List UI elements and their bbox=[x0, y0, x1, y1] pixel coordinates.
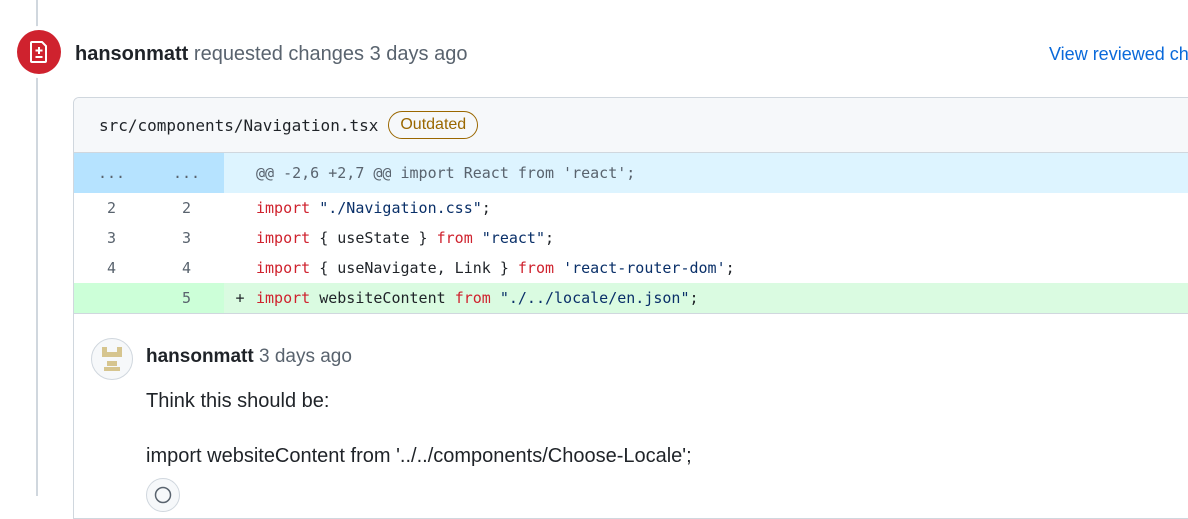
new-line-number[interactable]: 3 bbox=[149, 223, 224, 253]
code-text: { useState } bbox=[310, 229, 437, 247]
old-line-number[interactable] bbox=[74, 283, 149, 313]
code-line: import websiteContent from "./../locale/… bbox=[256, 283, 1188, 313]
comment-time[interactable]: 3 days ago bbox=[259, 346, 352, 367]
diff-line: 4 4 import { useNavigate, Link } from 'r… bbox=[74, 253, 1188, 283]
code-string: 'react-router-dom' bbox=[563, 259, 726, 277]
outdated-badge: Outdated bbox=[388, 111, 479, 139]
code-string: "./../locale/en.json" bbox=[499, 289, 690, 307]
comment-header: hansonmatt 3 days ago bbox=[146, 345, 352, 369]
new-line-number[interactable]: 4 bbox=[149, 253, 224, 283]
hunk-header-text: @@ -2,6 +2,7 @@ import React from 'react… bbox=[256, 153, 1188, 193]
smiley-icon[interactable] bbox=[146, 478, 180, 512]
comment-paragraph: Think this should be: bbox=[146, 390, 330, 412]
diff-sign bbox=[224, 223, 256, 253]
code-line: import "./Navigation.css"; bbox=[256, 193, 1188, 223]
old-line-number[interactable]: 3 bbox=[74, 223, 149, 253]
view-reviewed-changes-link[interactable]: View reviewed ch bbox=[1049, 42, 1188, 66]
code-punct: ; bbox=[689, 289, 699, 307]
hunk-header-row: ... ... @@ -2,6 +2,7 @@ import React fro… bbox=[74, 153, 1188, 193]
new-line-number[interactable]: 5 bbox=[149, 283, 224, 313]
review-comment: hansonmatt 3 days ago Think this should … bbox=[74, 313, 1188, 514]
diff-sign: + bbox=[224, 283, 256, 313]
review-event-header: hansonmatt requested changes 3 days ago bbox=[75, 42, 467, 66]
code-keyword: import bbox=[256, 229, 311, 247]
code-keyword: from bbox=[517, 259, 555, 277]
new-line-number[interactable]: 2 bbox=[149, 193, 224, 223]
timeline-line bbox=[36, 0, 38, 496]
code-text: websiteContent bbox=[310, 289, 455, 307]
expand-old-button[interactable]: ... bbox=[74, 153, 149, 193]
code-keyword: from bbox=[454, 289, 491, 307]
file-path[interactable]: src/components/Navigation.tsx bbox=[99, 116, 378, 135]
comment-body: Think this should be: import websiteCont… bbox=[146, 387, 692, 497]
comment-author[interactable]: hansonmatt bbox=[146, 346, 254, 367]
file-header: src/components/Navigation.tsx Outdated bbox=[74, 98, 1188, 153]
code-punct: ; bbox=[481, 199, 491, 217]
code-line: import { useState } from "react"; bbox=[256, 223, 1188, 253]
code-keyword: import bbox=[256, 199, 311, 217]
file-diff-icon bbox=[17, 30, 61, 74]
event-time[interactable]: 3 days ago bbox=[370, 43, 468, 65]
comment-paragraph: import websiteContent from '../../compon… bbox=[146, 445, 692, 467]
event-author[interactable]: hansonmatt bbox=[75, 43, 188, 65]
diff-line: 2 2 import "./Navigation.css"; bbox=[74, 193, 1188, 223]
old-line-number[interactable]: 4 bbox=[74, 253, 149, 283]
code-keyword: import bbox=[256, 259, 311, 277]
expand-new-button[interactable]: ... bbox=[149, 153, 224, 193]
diff-table: ... ... @@ -2,6 +2,7 @@ import React fro… bbox=[74, 153, 1188, 313]
code-keyword: import bbox=[256, 289, 311, 307]
code-string: "react" bbox=[481, 229, 545, 247]
diff-sign bbox=[224, 193, 256, 223]
diff-line: 3 3 import { useState } from "react"; bbox=[74, 223, 1188, 253]
code-string: "./Navigation.css" bbox=[319, 199, 482, 217]
identicon-avatar[interactable] bbox=[91, 338, 133, 380]
code-text: { useNavigate, Link } bbox=[310, 259, 518, 277]
diff-sign bbox=[224, 253, 256, 283]
event-action: requested changes bbox=[193, 43, 365, 65]
code-line: import { useNavigate, Link } from 'react… bbox=[256, 253, 1188, 283]
review-thread: src/components/Navigation.tsx Outdated .… bbox=[73, 97, 1188, 519]
old-line-number[interactable]: 2 bbox=[74, 193, 149, 223]
diff-sign bbox=[224, 153, 256, 193]
code-punct: ; bbox=[545, 229, 555, 247]
code-keyword: from bbox=[436, 229, 473, 247]
code-punct: ; bbox=[725, 259, 735, 277]
diff-line-added: 5 + import websiteContent from "./../loc… bbox=[74, 283, 1188, 313]
